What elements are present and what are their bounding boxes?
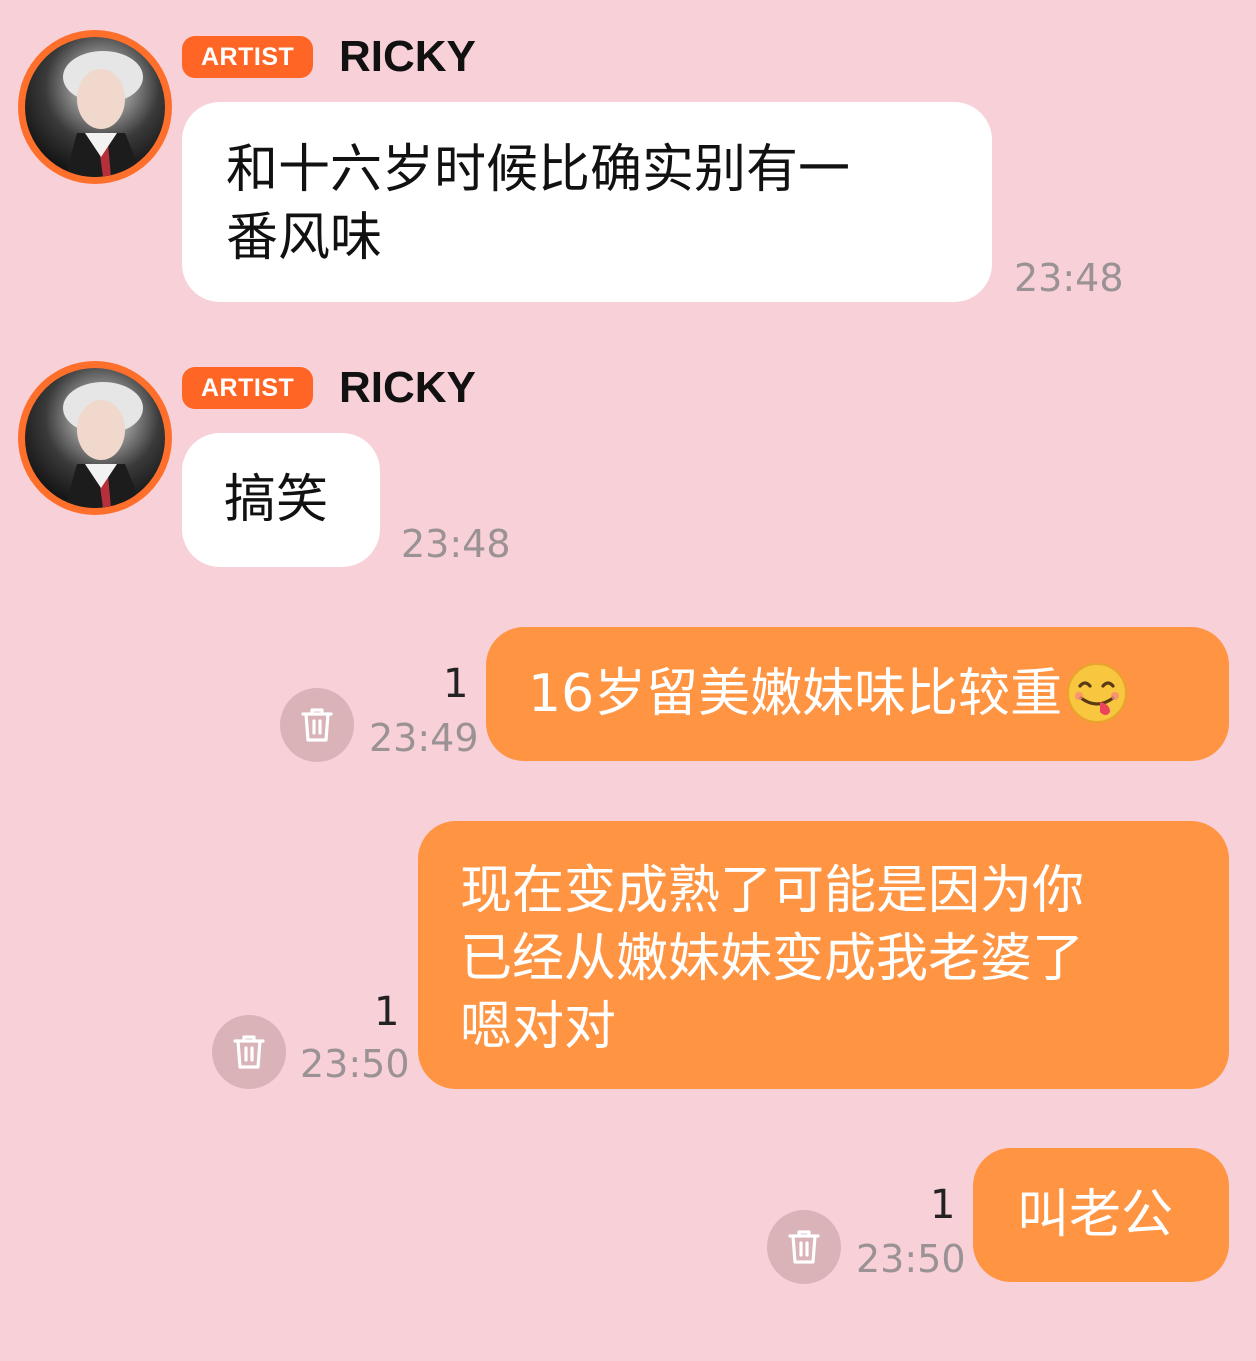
message-timestamp: 23:50 xyxy=(300,1042,410,1086)
message-text-line: 番风味 xyxy=(226,208,383,268)
outgoing-message-bubble[interactable]: 16岁留美嫩妹味比较重 xyxy=(486,627,1229,761)
unread-count: 1 xyxy=(443,661,469,707)
message-timestamp: 23:49 xyxy=(369,716,479,760)
unread-count: 1 xyxy=(374,989,400,1035)
sender-avatar[interactable] xyxy=(18,361,172,515)
message-text: 16岁留美嫩妹味比较重 xyxy=(528,664,1063,724)
delete-button[interactable] xyxy=(212,1015,286,1089)
trash-icon xyxy=(301,708,333,742)
avatar-photo xyxy=(25,37,165,177)
message-text: 叫老公 xyxy=(1017,1185,1174,1245)
message-text-line: 和十六岁时候比确实别有一 xyxy=(226,140,851,200)
avatar-photo xyxy=(25,368,165,508)
delete-button[interactable] xyxy=(280,688,354,762)
message-text-line: 已经从嫩妹妹变成我老婆了 xyxy=(460,929,1085,989)
incoming-message-bubble[interactable]: 和十六岁时候比确实别有一 番风味 xyxy=(182,102,992,302)
trash-icon xyxy=(788,1230,820,1264)
avatar-portrait-icon xyxy=(63,51,143,177)
message-text-line: 现在变成熟了可能是因为你 xyxy=(460,861,1085,921)
artist-badge: ARTIST xyxy=(182,36,314,78)
message-timestamp: 23:50 xyxy=(856,1237,966,1281)
artist-badge: ARTIST xyxy=(182,367,314,409)
unread-count: 1 xyxy=(930,1182,956,1228)
sender-avatar[interactable] xyxy=(18,30,172,184)
outgoing-message-bubble[interactable]: 叫老公 xyxy=(973,1148,1229,1282)
delete-button[interactable] xyxy=(767,1210,841,1284)
outgoing-message-bubble[interactable]: 现在变成熟了可能是因为你 已经从嫩妹妹变成我老婆了 嗯对对 xyxy=(418,821,1229,1089)
incoming-message-bubble[interactable]: 搞笑 xyxy=(182,433,380,567)
message-text: 搞笑 xyxy=(224,470,329,530)
sender-name: RICKY xyxy=(339,363,476,412)
face-savoring-food-emoji xyxy=(1067,663,1128,723)
message-timestamp: 23:48 xyxy=(401,522,511,566)
message-text-line: 嗯对对 xyxy=(460,997,617,1057)
sender-name: RICKY xyxy=(339,32,476,81)
trash-icon xyxy=(233,1035,265,1069)
avatar-portrait-icon xyxy=(63,382,143,508)
message-timestamp: 23:48 xyxy=(1014,256,1124,300)
